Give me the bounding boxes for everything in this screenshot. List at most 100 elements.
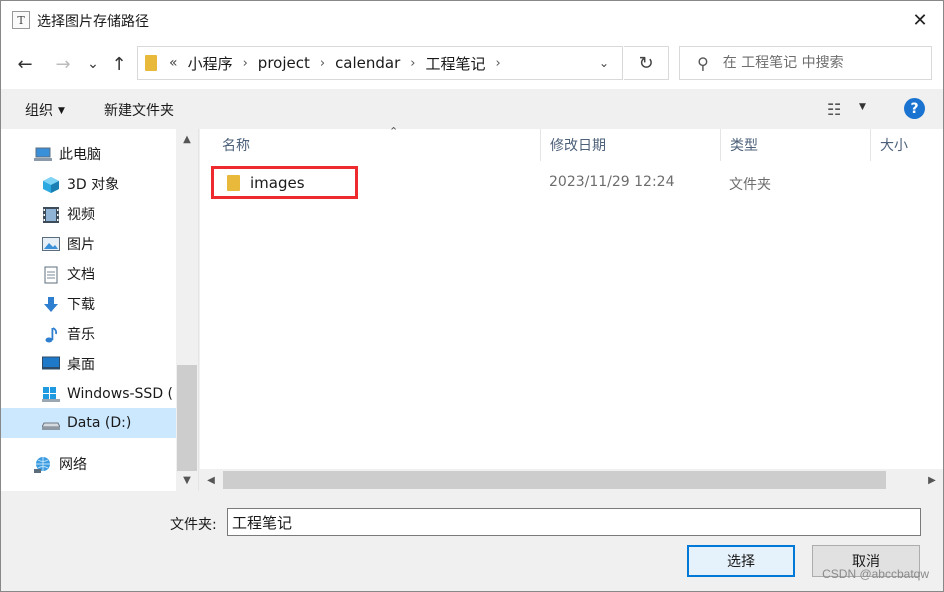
file-modified: 2023/11/29 12:24 — [549, 174, 675, 190]
sidebar-item-network[interactable]: 网络 — [1, 449, 176, 479]
sidebar-item-label: 桌面 — [67, 357, 95, 373]
videos-icon — [42, 206, 60, 223]
sidebar-item-this-pc[interactable]: 此电脑 — [1, 139, 176, 169]
computer-icon — [34, 146, 52, 162]
table-row[interactable]: images 2023/11/29 12:24 文件夹 — [200, 166, 943, 199]
file-list: 名称 ⌃ 修改日期 类型 大小 images 2023/11/29 12:24 … — [200, 125, 943, 491]
sidebar-item-videos[interactable]: 视频 — [1, 199, 176, 229]
caret-down-icon: ▼ — [58, 106, 65, 116]
sidebar-item-label: 文档 — [67, 267, 95, 283]
sidebar-item-documents[interactable]: 文档 — [1, 259, 176, 289]
file-type: 文件夹 — [729, 177, 771, 193]
chevron-right-icon[interactable]: › — [243, 56, 248, 71]
search-input[interactable] — [722, 55, 913, 71]
scrollbar-thumb[interactable] — [223, 471, 886, 489]
help-icon[interactable]: ? — [904, 98, 925, 119]
sidebar-item-3d-objects[interactable]: 3D 对象 — [1, 169, 176, 199]
network-icon — [34, 456, 52, 473]
sidebar-item-label: 下载 — [67, 297, 95, 313]
navigation-row: ← → ⌄ ↑ « 小程序 › project › calendar › 工程笔… — [1, 39, 943, 89]
sidebar-item-data-drive[interactable]: Data (D:) — [1, 408, 176, 438]
column-header-modified[interactable]: 修改日期 — [541, 129, 721, 161]
forward-button[interactable]: → — [51, 51, 75, 77]
refresh-button[interactable]: ↻ — [624, 46, 669, 80]
sidebar-item-label: 网络 — [59, 457, 87, 473]
scroll-up-arrow-icon[interactable]: ▲ — [176, 129, 198, 149]
folder-field[interactable] — [227, 508, 921, 536]
horizontal-scrollbar[interactable]: ◀ ▶ — [200, 469, 943, 491]
sidebar-item-label: 3D 对象 — [67, 177, 120, 193]
sidebar-item-label: 图片 — [67, 237, 95, 253]
column-label: 大小 — [880, 138, 908, 154]
dialog-footer: 文件夹: 选择 取消 — [1, 491, 943, 591]
chevron-down-icon: ⌄ — [598, 56, 610, 70]
desktop-icon — [42, 356, 60, 372]
window-title: 选择图片存储路径 — [37, 14, 149, 30]
sidebar-item-label: 音乐 — [67, 327, 95, 343]
title-bar: T 选择图片存储路径 ✕ — [1, 1, 943, 39]
search-box[interactable]: ⚲ — [679, 46, 932, 80]
sort-ascending-icon: ⌃ — [389, 125, 399, 138]
breadcrumb-item[interactable]: 小程序 — [188, 53, 233, 74]
sidebar-item-windows-ssd[interactable]: Windows-SSD ( — [1, 379, 176, 409]
file-dialog: T 选择图片存储路径 ✕ ← → ⌄ ↑ « 小程序 › project › c… — [0, 0, 944, 592]
column-header-type[interactable]: 类型 — [721, 129, 871, 161]
folder-label: 文件夹: — [170, 517, 217, 533]
breadcrumb-item[interactable]: calendar — [335, 54, 400, 72]
select-button[interactable]: 选择 — [687, 545, 795, 577]
column-header-size[interactable]: 大小 — [871, 129, 943, 161]
chevron-right-icon[interactable]: › — [496, 56, 501, 71]
pictures-icon — [42, 236, 60, 252]
sidebar-item-desktop[interactable]: 桌面 — [1, 349, 176, 379]
organize-label: 组织 — [25, 103, 53, 119]
organize-button[interactable]: 组织 ▼ — [25, 100, 65, 120]
back-button[interactable]: ← — [13, 51, 37, 77]
column-label: 修改日期 — [550, 138, 606, 154]
sidebar-item-downloads[interactable]: 下载 — [1, 289, 176, 319]
new-folder-button[interactable]: 新建文件夹 — [104, 100, 174, 120]
sidebar-item-label: Data (D:) — [67, 415, 132, 431]
folder-icon — [227, 175, 240, 191]
close-button[interactable]: ✕ — [897, 1, 943, 39]
view-options-icon[interactable]: ☷ — [827, 100, 841, 119]
forward-arrow-icon: → — [55, 53, 71, 75]
address-dropdown-button[interactable]: ⌄ — [586, 47, 622, 79]
folder-icon — [145, 55, 157, 71]
up-button[interactable]: ↑ — [107, 51, 131, 77]
up-arrow-icon: ↑ — [111, 53, 127, 75]
sidebar-item-label: Windows-SSD ( — [67, 386, 174, 402]
chevron-right-icon[interactable]: › — [410, 56, 415, 71]
breadcrumb-item[interactable]: project — [258, 54, 310, 72]
address-bar[interactable]: « 小程序 › project › calendar › 工程笔记 › ⌄ — [137, 46, 623, 80]
recent-locations-button[interactable]: ⌄ — [83, 51, 103, 77]
caret-down-icon[interactable]: ▼ — [859, 102, 866, 112]
sidebar-item-pictures[interactable]: 图片 — [1, 229, 176, 259]
scroll-down-arrow-icon[interactable]: ▼ — [176, 470, 198, 490]
close-icon: ✕ — [912, 9, 928, 31]
refresh-icon: ↻ — [638, 52, 654, 74]
chevron-down-icon: ⌄ — [87, 56, 99, 72]
breadcrumb-item[interactable]: 工程笔记 — [426, 53, 486, 74]
chevron-right-icon[interactable]: › — [320, 56, 325, 71]
documents-icon — [42, 266, 60, 284]
column-label: 名称 — [222, 138, 250, 154]
sidebar-scrollbar[interactable]: ▲ ▼ — [176, 129, 198, 491]
sidebar-item-music[interactable]: 音乐 — [1, 319, 176, 349]
drive-icon — [41, 415, 61, 431]
app-icon: T — [12, 11, 30, 29]
command-bar: 组织 ▼ 新建文件夹 ☷ ▼ ? — [1, 89, 943, 129]
scroll-right-arrow-icon[interactable]: ▶ — [921, 469, 943, 491]
scroll-left-arrow-icon[interactable]: ◀ — [200, 469, 222, 491]
downloads-icon — [42, 296, 60, 312]
scrollbar-thumb[interactable] — [177, 365, 197, 471]
sidebar-item-label: 此电脑 — [59, 147, 101, 163]
3d-objects-icon — [42, 176, 60, 193]
breadcrumb: « 小程序 › project › calendar › 工程笔记 › — [138, 47, 511, 79]
file-name[interactable]: images — [250, 174, 305, 192]
column-header-name[interactable]: 名称 ⌃ — [213, 125, 541, 161]
windows-drive-icon — [42, 386, 60, 402]
breadcrumb-overflow[interactable]: « — [169, 55, 178, 71]
music-icon — [42, 326, 60, 343]
navigation-pane: 此电脑 3D 对象 视频 图片 文档 下载 音乐 桌面 Windows-SSD … — [1, 129, 199, 491]
back-arrow-icon: ← — [17, 53, 33, 75]
